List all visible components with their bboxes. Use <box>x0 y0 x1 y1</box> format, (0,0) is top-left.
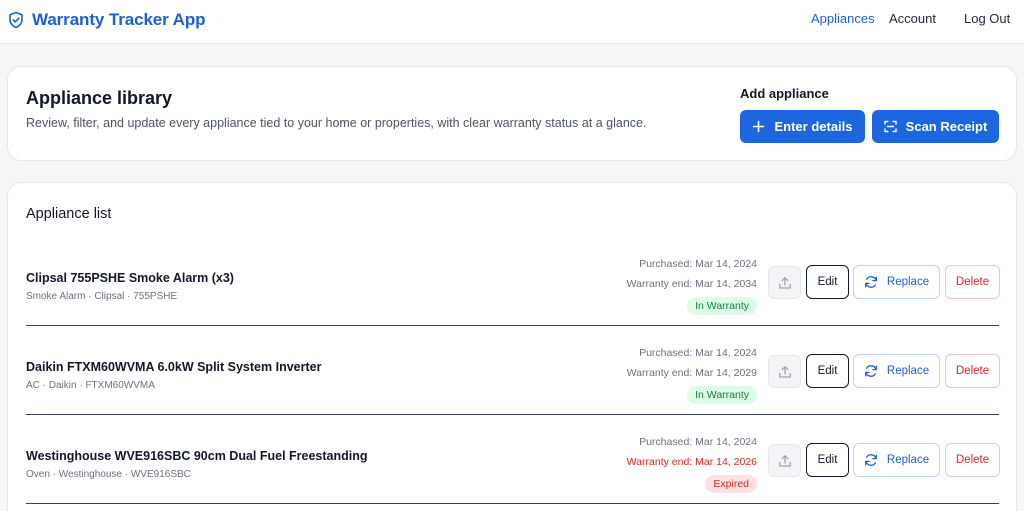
main-nav: Appliances Account Log Out <box>718 11 1018 31</box>
replace-button[interactable]: Replace <box>853 265 940 299</box>
appliance-row: Clipsal 755PSHE Smoke Alarm (x3) Smoke A… <box>26 238 1000 326</box>
upload-icon <box>778 454 791 467</box>
appliance-meta: Smoke Alarm · Clipsal · 755PSHE <box>26 291 178 302</box>
appliance-meta: Oven · Westinghouse · WVE916SBC <box>26 469 191 480</box>
nav-account[interactable]: Account <box>889 11 949 26</box>
upload-button[interactable] <box>768 444 801 477</box>
delete-button[interactable]: Delete <box>945 354 1000 388</box>
delete-button[interactable]: Delete <box>945 443 1000 477</box>
appliance-row: Daikin FTXM60WVMA 6.0kW Split System Inv… <box>26 327 1000 415</box>
row-divider <box>26 503 999 504</box>
refresh-icon <box>864 454 877 466</box>
replace-button[interactable]: Replace <box>853 354 940 388</box>
appliance-row: Westinghouse WVE916SBC 90cm Dual Fuel Fr… <box>26 416 1000 504</box>
enter-details-label: Enter details <box>774 119 853 134</box>
appliance-list-card: Appliance list Clipsal 755PSHE Smoke Ala… <box>7 182 1017 511</box>
status-badge: In Warranty <box>687 386 757 404</box>
appliance-list-title: Appliance list <box>26 206 112 222</box>
scan-icon <box>883 120 897 133</box>
refresh-icon <box>864 365 877 377</box>
plus-icon <box>753 120 765 133</box>
appliance-library-card: Appliance library Review, filter, and up… <box>7 66 1017 161</box>
nav-log-out[interactable]: Log Out <box>964 11 1018 26</box>
warranty-end-date: Warranty end: Mar 14, 2026 <box>626 456 757 468</box>
scan-receipt-button[interactable]: Scan Receipt <box>872 110 999 143</box>
app-title: Warranty Tracker App <box>32 10 206 29</box>
replace-button[interactable]: Replace <box>853 443 940 477</box>
shield-check-icon <box>9 11 23 29</box>
appliance-meta: AC · Daikin · FTXM60WVMA <box>26 380 155 391</box>
enter-details-button[interactable]: Enter details <box>740 110 865 143</box>
refresh-icon <box>864 276 877 288</box>
row-divider <box>26 414 999 415</box>
delete-button[interactable]: Delete <box>945 265 1000 299</box>
upload-icon <box>778 276 791 289</box>
appliance-name: Westinghouse WVE916SBC 90cm Dual Fuel Fr… <box>26 449 368 463</box>
nav-appliances[interactable]: Appliances <box>811 11 881 26</box>
replace-label: Replace <box>886 365 930 377</box>
status-badge: Expired <box>705 475 757 493</box>
purchase-date: Purchased: Mar 14, 2024 <box>639 436 757 448</box>
page-description: Review, filter, and update every applian… <box>26 116 647 130</box>
edit-button[interactable]: Edit <box>806 443 849 477</box>
replace-label: Replace <box>886 276 930 288</box>
edit-button[interactable]: Edit <box>806 265 849 299</box>
scan-receipt-label: Scan Receipt <box>905 119 988 134</box>
row-divider <box>26 325 999 326</box>
page-title: Appliance library <box>26 88 173 108</box>
upload-icon <box>778 365 791 378</box>
replace-label: Replace <box>886 454 930 466</box>
appliance-name: Daikin FTXM60WVMA 6.0kW Split System Inv… <box>26 360 322 374</box>
status-badge: In Warranty <box>687 297 757 315</box>
upload-button[interactable] <box>768 355 801 388</box>
add-appliance-label: Add appliance <box>740 86 829 101</box>
purchase-date: Purchased: Mar 14, 2024 <box>639 258 757 270</box>
appliance-name: Clipsal 755PSHE Smoke Alarm (x3) <box>26 271 234 285</box>
top-navbar: Warranty Tracker App Appliances Account … <box>0 0 1024 44</box>
edit-button[interactable]: Edit <box>806 354 849 388</box>
warranty-end-date: Warranty end: Mar 14, 2029 <box>626 367 757 379</box>
upload-button[interactable] <box>768 266 801 299</box>
purchase-date: Purchased: Mar 14, 2024 <box>639 347 757 359</box>
brand[interactable]: Warranty Tracker App <box>8 9 206 31</box>
warranty-end-date: Warranty end: Mar 14, 2034 <box>626 278 757 290</box>
